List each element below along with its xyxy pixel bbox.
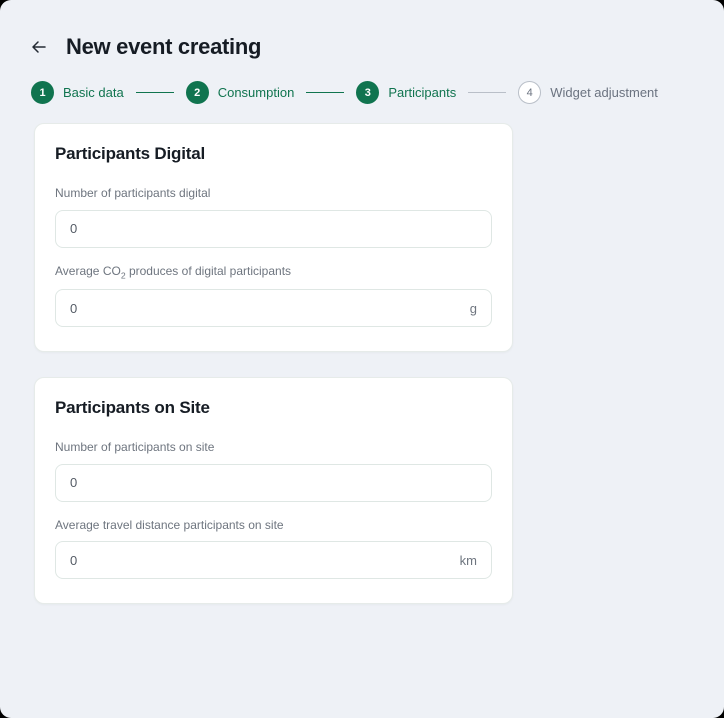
label-number-of-participants-on-site: Number of participants on site xyxy=(55,440,215,455)
step-label-consumption: Consumption xyxy=(217,85,295,100)
step-label-participants: Participants xyxy=(388,85,457,100)
input-unit-grams: g xyxy=(469,300,477,316)
field-average-travel-distance: Average travel distance participants on … xyxy=(55,518,492,580)
page-title: New event creating xyxy=(66,34,262,59)
input-average-co2-digital[interactable] xyxy=(70,300,462,316)
input-average-travel-distance[interactable] xyxy=(70,552,452,568)
label-average-co2-digital: Average CO2 produces of digital particip… xyxy=(55,264,492,282)
label-co2-prefix: Average CO xyxy=(55,263,121,278)
stepper-connector-1 xyxy=(135,92,174,93)
card-title-participants-on-site: Participants on Site xyxy=(55,398,210,418)
input-number-of-participants-on-site[interactable] xyxy=(70,475,477,491)
field-average-co2-digital: Average CO2 produces of digital particip… xyxy=(55,264,492,328)
step-number-badge-4: 4 xyxy=(518,81,542,104)
input-number-of-participants-digital[interactable] xyxy=(70,221,477,237)
input-wrap-average-co2-digital[interactable]: g xyxy=(55,289,492,328)
stepper-connector-2 xyxy=(306,92,345,93)
field-number-of-participants-on-site: Number of participants on site xyxy=(55,440,492,502)
stepper-connector-3 xyxy=(468,92,507,93)
step-number-badge-2: 2 xyxy=(185,81,209,104)
step-label-widget-adjustment: Widget adjustment xyxy=(550,85,658,100)
stepper-step-widget-adjustment[interactable]: 4 Widget adjustment xyxy=(518,81,658,104)
step-number-badge-1: 1 xyxy=(31,81,54,104)
step-label-basic-data: Basic data xyxy=(63,85,124,100)
input-wrap-number-of-participants-digital[interactable] xyxy=(55,209,492,248)
input-wrap-average-travel-distance[interactable]: km xyxy=(55,541,492,580)
field-number-of-participants-digital: Number of participants digital xyxy=(55,186,492,248)
label-average-travel-distance: Average travel distance participants on … xyxy=(55,517,284,532)
input-wrap-number-of-participants-on-site[interactable] xyxy=(55,463,492,502)
card-participants-on-site: Participants on Site Number of participa… xyxy=(34,377,513,605)
app-window: New event creating 1 Basic data 2 Consum… xyxy=(0,0,724,718)
step-number-badge-3: 3 xyxy=(356,81,380,104)
label-co2-suffix: produces of digital participants xyxy=(125,263,292,278)
stepper-step-consumption[interactable]: 2 Consumption xyxy=(185,81,295,104)
card-participants-digital: Participants Digital Number of participa… xyxy=(34,123,513,353)
card-title-participants-digital: Participants Digital xyxy=(55,144,205,163)
page-header: New event creating xyxy=(0,0,724,60)
stepper-step-participants[interactable]: 3 Participants xyxy=(356,81,456,104)
form-content: Participants Digital Number of participa… xyxy=(0,104,724,605)
stepper-step-basic-data[interactable]: 1 Basic data xyxy=(31,81,124,104)
input-unit-kilometers: km xyxy=(459,552,477,568)
label-number-of-participants-digital: Number of participants digital xyxy=(55,186,211,200)
arrow-left-icon[interactable] xyxy=(26,34,52,60)
progress-stepper: 1 Basic data 2 Consumption 3 Participant… xyxy=(0,60,724,104)
